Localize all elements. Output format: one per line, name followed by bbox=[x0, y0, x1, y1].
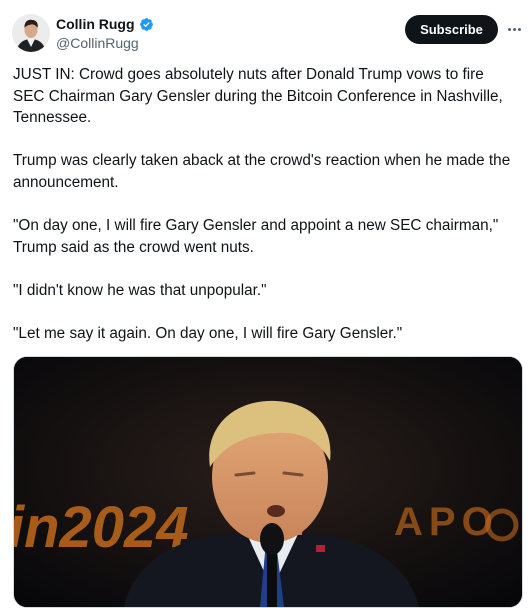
tweet-paragraph: "I didn't know he was that unpopular." bbox=[13, 281, 267, 299]
more-options-icon[interactable] bbox=[504, 20, 524, 38]
tweet-paragraph: "On day one, I will fire Gary Gensler an… bbox=[13, 217, 503, 256]
author-name-row: Collin Rugg bbox=[56, 15, 154, 33]
tweet-media[interactable]: in2024 APO bbox=[13, 356, 523, 608]
more-dot bbox=[517, 27, 521, 31]
author-display-name[interactable]: Collin Rugg bbox=[56, 15, 135, 33]
author-handle[interactable]: @CollinRugg bbox=[56, 34, 139, 52]
more-dot bbox=[512, 27, 516, 31]
backdrop-text-right: APO bbox=[394, 500, 499, 544]
verified-badge-icon bbox=[139, 17, 153, 31]
speaker-photo: in2024 APO bbox=[14, 357, 522, 607]
backdrop-text-left: in2024 bbox=[14, 495, 189, 560]
tweet-text: JUST IN: Crowd goes absolutely nuts afte… bbox=[13, 64, 518, 366]
tweet-paragraph: "Let me say it again. On day one, I will… bbox=[13, 325, 403, 343]
subscribe-button[interactable]: Subscribe bbox=[405, 15, 498, 44]
tweet-paragraph: JUST IN: Crowd goes absolutely nuts afte… bbox=[13, 66, 507, 127]
avatar[interactable] bbox=[12, 14, 50, 52]
avatar-image bbox=[12, 14, 50, 52]
tweet-paragraph: Trump was clearly taken aback at the cro… bbox=[13, 152, 515, 191]
more-dot bbox=[507, 27, 511, 31]
